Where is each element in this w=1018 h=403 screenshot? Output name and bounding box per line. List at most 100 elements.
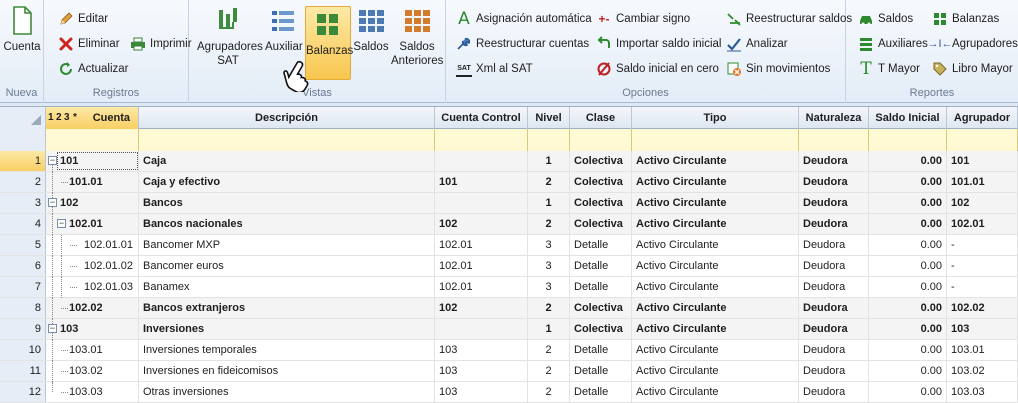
cell-nivel[interactable]: 3	[528, 277, 570, 297]
cell-agrupador[interactable]: 103.03	[947, 382, 1018, 402]
cell-nivel[interactable]: 2	[528, 172, 570, 192]
cell-tipo[interactable]: Activo Circulante	[632, 256, 799, 276]
cell-naturaleza[interactable]: Deudora	[799, 382, 869, 402]
cell-tipo[interactable]: Activo Circulante	[632, 298, 799, 318]
cell-cuenta-control[interactable]: 102.01	[435, 277, 528, 297]
delete-button[interactable]: Eliminar	[58, 34, 120, 54]
cell-nivel[interactable]: 2	[528, 214, 570, 234]
cell-clase[interactable]: Colectiva	[570, 298, 632, 318]
cell-cuenta[interactable]: 102.01.03	[80, 277, 139, 297]
column-header-saldo-inicial[interactable]: Saldo Inicial	[869, 107, 947, 129]
cell-descripcion[interactable]: Caja	[139, 151, 435, 171]
cell-clase[interactable]: Detalle	[570, 277, 632, 297]
new-account-button[interactable]: Cuenta	[2, 6, 42, 54]
print-button[interactable]: Imprimir	[130, 34, 192, 54]
cell-descripcion[interactable]: Banamex	[139, 277, 435, 297]
reestructurar-cuentas-button[interactable]: Reestructurar cuentas	[456, 34, 589, 54]
cell-naturaleza[interactable]: Deudora	[799, 298, 869, 318]
cell-naturaleza[interactable]: Deudora	[799, 361, 869, 381]
cell-agrupador[interactable]: 103.01	[947, 340, 1018, 360]
row-number[interactable]: 1	[0, 151, 46, 171]
cell-nivel[interactable]: 1	[528, 193, 570, 213]
cell-nivel[interactable]: 3	[528, 256, 570, 276]
cell-tipo[interactable]: Activo Circulante	[632, 214, 799, 234]
row-number[interactable]: 7	[0, 277, 46, 297]
cell-clase[interactable]: Detalle	[570, 340, 632, 360]
table-row[interactable]: 8 102.02 Bancos extranjeros 102 2 Colectiva Ac…	[0, 298, 1018, 319]
cell-clase[interactable]: Colectiva	[570, 214, 632, 234]
table-row[interactable]: 3−102 Bancos 1 Colectiva Activo Circulante De…	[0, 193, 1018, 214]
view-auxiliar-button[interactable]: Auxiliar	[265, 6, 303, 54]
table-row[interactable]: 4−102.01 Bancos nacionales 102 2 Colectiva Ac…	[0, 214, 1018, 235]
cell-saldo-inicial[interactable]: 0.00	[869, 361, 947, 381]
table-row[interactable]: 10 103.01 Inversiones temporales 103 2 Detall…	[0, 340, 1018, 361]
level-tab-3[interactable]: 3	[64, 107, 70, 129]
cell-tipo[interactable]: Activo Circulante	[632, 277, 799, 297]
row-number[interactable]: 5	[0, 235, 46, 255]
corner-cell[interactable]	[0, 107, 46, 129]
filter-tipo[interactable]	[632, 129, 799, 151]
row-number[interactable]: 6	[0, 256, 46, 276]
cell-saldo-inicial[interactable]: 0.00	[869, 214, 947, 234]
importar-saldo-button[interactable]: Importar saldo inicial	[596, 34, 721, 54]
row-number[interactable]: 4	[0, 214, 46, 234]
cell-clase[interactable]: Colectiva	[570, 172, 632, 192]
level-tab-1[interactable]: 1	[48, 107, 54, 129]
row-number[interactable]: 8	[0, 298, 46, 318]
cell-nivel[interactable]: 2	[528, 382, 570, 402]
cell-tipo[interactable]: Activo Circulante	[632, 340, 799, 360]
cell-saldo-inicial[interactable]: 0.00	[869, 319, 947, 339]
row-number[interactable]: 9	[0, 319, 46, 339]
edit-button[interactable]: Editar	[58, 9, 108, 29]
view-saldos-anteriores-button[interactable]: Saldos Anteriores	[391, 6, 443, 68]
cell-cuenta[interactable]: 102	[56, 193, 139, 213]
filter-cuenta[interactable]	[46, 129, 139, 151]
cell-naturaleza[interactable]: Deudora	[799, 340, 869, 360]
cell-agrupador[interactable]: 103.02	[947, 361, 1018, 381]
cell-cuenta-control[interactable]: 102.01	[435, 256, 528, 276]
cell-agrupador[interactable]: -	[947, 277, 1018, 297]
cell-naturaleza[interactable]: Deudora	[799, 172, 869, 192]
cell-saldo-inicial[interactable]: 0.00	[869, 382, 947, 402]
cell-clase[interactable]: Colectiva	[570, 193, 632, 213]
cell-agrupador[interactable]: 101.01	[947, 172, 1018, 192]
row-number[interactable]: 2	[0, 172, 46, 192]
report-auxiliares-button[interactable]: Auxiliares	[858, 34, 928, 54]
report-agrupadores-button[interactable]: →I← Agrupadores	[927, 34, 1017, 54]
cell-cuenta[interactable]: 101	[56, 151, 139, 171]
row-number[interactable]: 12	[0, 382, 46, 402]
cell-nivel[interactable]: 3	[528, 235, 570, 255]
report-libro-mayor-button[interactable]: Libro Mayor	[932, 59, 1013, 79]
filter-nivel[interactable]	[528, 129, 570, 151]
level-tab-2[interactable]: 2	[56, 107, 62, 129]
cell-cuenta-control[interactable]: 102.01	[435, 235, 528, 255]
cell-cuenta-control[interactable]	[435, 319, 528, 339]
column-header-tipo[interactable]: Tipo	[632, 107, 799, 129]
row-number[interactable]: 11	[0, 361, 46, 381]
column-header-descripcion[interactable]: Descripción	[139, 107, 435, 129]
cell-naturaleza[interactable]: Deudora	[799, 235, 869, 255]
saldo-cero-button[interactable]: Saldo inicial en cero	[596, 59, 719, 79]
cell-cuenta[interactable]: 103.03	[65, 382, 139, 402]
table-row[interactable]: 1−101 Caja 1 Colectiva Activo Circulante Deud…	[0, 151, 1018, 182]
level-tab-all[interactable]: *	[73, 107, 77, 129]
cell-cuenta-control[interactable]: 102	[435, 214, 528, 234]
cell-naturaleza[interactable]: Deudora	[799, 319, 869, 339]
filter-cuenta-control[interactable]	[435, 129, 528, 151]
cell-cuenta[interactable]: 103.01	[65, 340, 139, 360]
column-header-clase[interactable]: Clase	[570, 107, 632, 129]
cell-naturaleza[interactable]: Deudora	[799, 193, 869, 213]
refresh-button[interactable]: Actualizar	[58, 59, 129, 79]
cell-cuenta-control[interactable]: 103	[435, 382, 528, 402]
cell-descripcion[interactable]: Otras inversiones	[139, 382, 435, 402]
reestructurar-saldos-button[interactable]: Reestructurar saldos	[726, 9, 852, 29]
cell-cuenta[interactable]: 103.02	[65, 361, 139, 381]
cell-agrupador[interactable]: 103	[947, 319, 1018, 339]
column-header-cuenta-control[interactable]: Cuenta Control	[435, 107, 528, 129]
cell-agrupador[interactable]: 101	[947, 151, 1018, 171]
table-row[interactable]: 9−103 Inversiones 1 Colectiva Activo Circula…	[0, 319, 1018, 340]
cell-cuenta-control[interactable]: 102	[435, 298, 528, 318]
cell-tipo[interactable]: Activo Circulante	[632, 172, 799, 192]
cell-tipo[interactable]: Activo Circulante	[632, 193, 799, 213]
cell-nivel[interactable]: 1	[528, 319, 570, 339]
